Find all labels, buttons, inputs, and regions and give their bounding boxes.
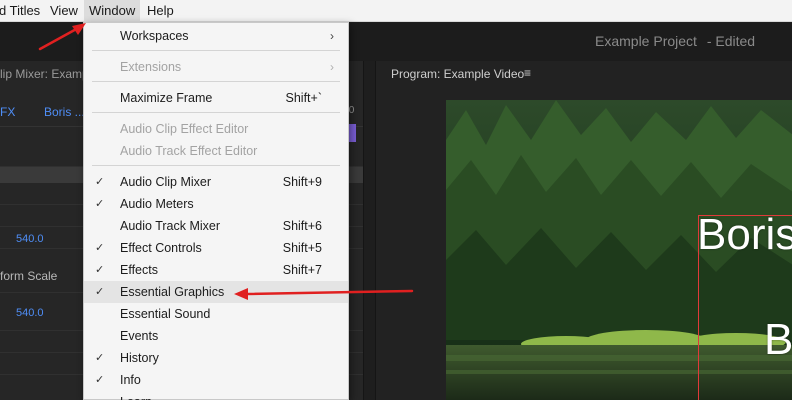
project-name: Example Project - Edited	[595, 33, 755, 49]
checkmark-icon: ✓	[95, 374, 105, 386]
menu-item-label: Maximize Frame	[120, 91, 213, 105]
menu-item-shortcut: Shift+7	[282, 263, 322, 277]
menu-item-essential-sound[interactable]: Essential Sound	[84, 303, 348, 325]
menu-item-maximize-frame[interactable]: Maximize Frame Shift+`	[84, 87, 348, 109]
menu-item-info[interactable]: ✓ Info	[84, 369, 348, 391]
checkmark-icon: ✓	[95, 264, 105, 276]
menu-item-audio-meters[interactable]: ✓ Audio Meters	[84, 193, 348, 215]
menu-item-label: Workspaces	[120, 29, 189, 43]
menu-item-shortcut: Shift+6	[282, 219, 322, 233]
param-value-2[interactable]: 540.0	[16, 307, 44, 319]
menu-item-effect-controls[interactable]: ✓ Effect Controls Shift+5	[84, 237, 348, 259]
menu-item-label: Extensions	[120, 60, 182, 74]
menu-window[interactable]: Window	[84, 0, 141, 22]
menu-item-label: Audio Clip Effect Editor	[120, 122, 249, 136]
submenu-arrow-icon: ›	[330, 29, 334, 43]
program-monitor: Program: Example Video ≡ Boris B	[375, 61, 792, 400]
menu-item-learn[interactable]: Learn	[84, 391, 348, 400]
menu-separator	[92, 81, 340, 82]
menu-item-essential-graphics[interactable]: ✓ Essential Graphics	[84, 281, 348, 303]
menu-help[interactable]: Help	[142, 0, 179, 22]
menu-item-audio-track-mixer[interactable]: Audio Track Mixer Shift+6	[84, 215, 348, 237]
uniform-scale-label: form Scale	[0, 269, 58, 283]
menu-item-events[interactable]: Events	[84, 325, 348, 347]
menu-item-history[interactable]: ✓ History	[84, 347, 348, 369]
checkmark-icon: ✓	[95, 176, 105, 188]
menu-item-label: Essential Sound	[120, 307, 211, 321]
overlay-title-text[interactable]: Boris	[697, 210, 792, 260]
menu-item-label: Effect Controls	[120, 241, 202, 255]
panel-menu-icon[interactable]: ≡	[524, 66, 531, 80]
menu-item-label: Events	[120, 329, 159, 343]
panel-tab-title[interactable]: lip Mixer: Exampl	[0, 67, 91, 81]
menu-item-label: Effects	[120, 263, 158, 277]
menu-item-label: History	[120, 351, 159, 365]
checkmark-icon: ✓	[95, 242, 105, 254]
menu-item-shortcut: Shift+`	[285, 91, 322, 105]
boris-column[interactable]: Boris ...	[44, 105, 85, 119]
menu-separator	[92, 165, 340, 166]
menu-separator	[92, 112, 340, 113]
project-title: Example Project	[595, 33, 697, 49]
checkmark-icon: ✓	[95, 198, 105, 210]
project-edited-state: - Edited	[706, 33, 756, 49]
menu-item-label: Learn	[120, 391, 152, 400]
menu-item-label: Audio Meters	[120, 197, 194, 211]
menu-item-effects[interactable]: ✓ Effects Shift+7	[84, 259, 348, 281]
param-value-1[interactable]: 540.0	[16, 233, 44, 245]
checkmark-icon: ✓	[95, 286, 105, 298]
menu-item-audio-clip-effect-editor: Audio Clip Effect Editor	[84, 118, 348, 140]
menu-view[interactable]: View	[45, 0, 83, 22]
menu-item-shortcut: Shift+9	[282, 175, 322, 189]
menu-item-label: Audio Clip Mixer	[120, 175, 212, 189]
fx-column[interactable]: FX	[0, 105, 15, 119]
overlay-subtitle-text[interactable]: Bo	[764, 315, 792, 365]
menu-bar: d Titles View Window Help	[0, 0, 792, 22]
menu-item-audio-clip-mixer[interactable]: ✓ Audio Clip Mixer Shift+9	[84, 171, 348, 193]
submenu-arrow-icon: ›	[330, 60, 334, 74]
menu-item-workspaces[interactable]: Workspaces ›	[84, 25, 348, 47]
window-menu-dropdown: Workspaces › Extensions › Maximize Frame…	[83, 22, 349, 400]
checkmark-icon: ✓	[95, 352, 105, 364]
menu-item-label: Audio Track Mixer	[120, 219, 221, 233]
menu-item-extensions: Extensions ›	[84, 56, 348, 78]
menu-separator	[92, 50, 340, 51]
program-monitor-title[interactable]: Program: Example Video	[391, 67, 524, 81]
menu-titles[interactable]: d Titles	[0, 0, 45, 22]
premiere-window: d Titles View Window Help Example Projec…	[0, 0, 792, 400]
menu-item-audio-track-effect-editor: Audio Track Effect Editor	[84, 140, 348, 162]
menu-item-label: Audio Track Effect Editor	[120, 144, 258, 158]
menu-item-label: Info	[120, 373, 141, 387]
menu-item-label: Essential Graphics	[120, 285, 225, 299]
video-frame[interactable]: Boris Bo	[446, 100, 792, 400]
menu-item-shortcut: Shift+5	[282, 241, 322, 255]
